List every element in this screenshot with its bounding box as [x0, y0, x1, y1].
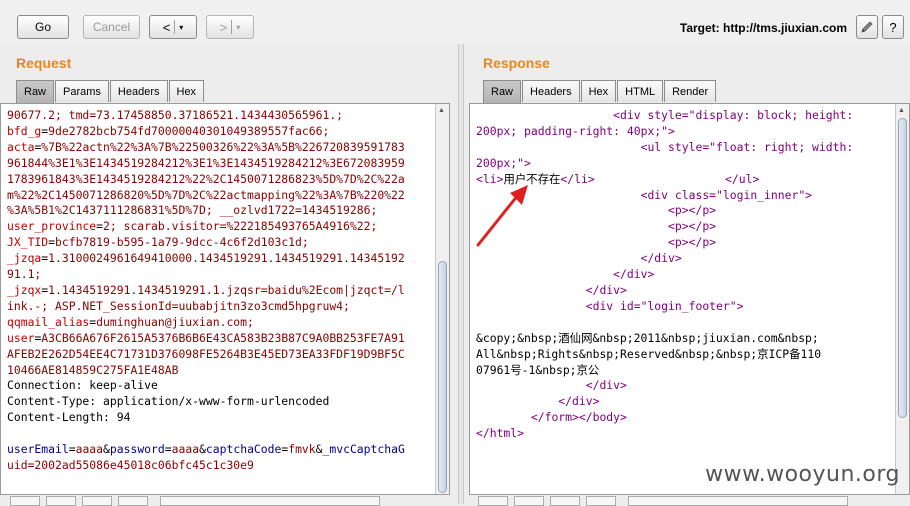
help-icon: ?	[889, 19, 897, 35]
response-tab-raw[interactable]: Raw	[483, 80, 522, 103]
response-editor[interactable]: <div style="display: block; height: 200p…	[469, 103, 910, 495]
response-search-next[interactable]	[514, 496, 544, 506]
request-tab-hex[interactable]: Hex	[168, 80, 205, 102]
forward-button[interactable]: > ▾	[206, 15, 254, 39]
target-label: Target: http://tms.jiuxian.com	[679, 21, 847, 35]
request-tabs: Raw Params Headers Hex	[16, 80, 205, 103]
request-search-next[interactable]	[46, 496, 76, 506]
back-arrow-icon: <	[162, 19, 171, 35]
response-search-input[interactable]	[628, 496, 848, 506]
response-scroll-thumb[interactable]	[898, 118, 907, 418]
response-search-more[interactable]	[586, 496, 616, 506]
back-button[interactable]: < ▾	[149, 15, 197, 39]
request-search-options[interactable]	[82, 496, 112, 506]
response-tab-render[interactable]: Render	[664, 80, 717, 102]
panel-splitter[interactable]	[458, 44, 464, 504]
request-search-prev[interactable]	[10, 496, 40, 506]
watermark: www.wooyun.org	[705, 462, 900, 487]
response-scrollbar[interactable]: ▲	[895, 104, 909, 494]
go-button[interactable]: Go	[17, 15, 69, 39]
request-title: Request	[16, 55, 72, 71]
forward-arrow-icon: >	[219, 19, 228, 35]
response-raw-text: <div style="display: block; height: 200p…	[476, 108, 854, 441]
toolbar: Go Cancel < ▾ > ▾ Target: http://tms.jiu…	[0, 0, 910, 44]
request-tab-raw[interactable]: Raw	[16, 80, 55, 103]
pencil-icon	[861, 21, 873, 33]
response-tab-hex[interactable]: Hex	[580, 80, 617, 102]
response-title: Response	[483, 55, 550, 71]
request-tab-headers[interactable]: Headers	[109, 80, 168, 102]
request-raw-text: 90677.2; tmd=73.17458850.37186521.143443…	[7, 108, 405, 472]
request-tab-params[interactable]: Params	[55, 80, 109, 102]
scroll-up-icon[interactable]: ▲	[898, 107, 905, 114]
request-search-more[interactable]	[118, 496, 148, 506]
response-tab-headers[interactable]: Headers	[522, 80, 580, 102]
scroll-up-icon[interactable]: ▲	[438, 107, 445, 114]
help-button[interactable]: ?	[882, 15, 904, 39]
response-tab-html[interactable]: HTML	[617, 80, 664, 102]
response-search-prev[interactable]	[478, 496, 508, 506]
cancel-button[interactable]: Cancel	[83, 15, 140, 39]
request-scrollbar[interactable]: ▲	[435, 104, 449, 494]
edit-target-button[interactable]	[856, 15, 878, 39]
request-editor[interactable]: 90677.2; tmd=73.17458850.37186521.143443…	[0, 103, 450, 495]
response-tabs: Raw Headers Hex HTML Render	[483, 80, 717, 103]
response-search-options[interactable]	[550, 496, 580, 506]
request-scroll-thumb[interactable]	[438, 261, 447, 493]
request-search-input[interactable]	[160, 496, 380, 506]
dropdown-icon: ▾	[179, 22, 184, 32]
dropdown-icon: ▾	[236, 22, 241, 32]
annotation-arrow	[476, 185, 528, 247]
